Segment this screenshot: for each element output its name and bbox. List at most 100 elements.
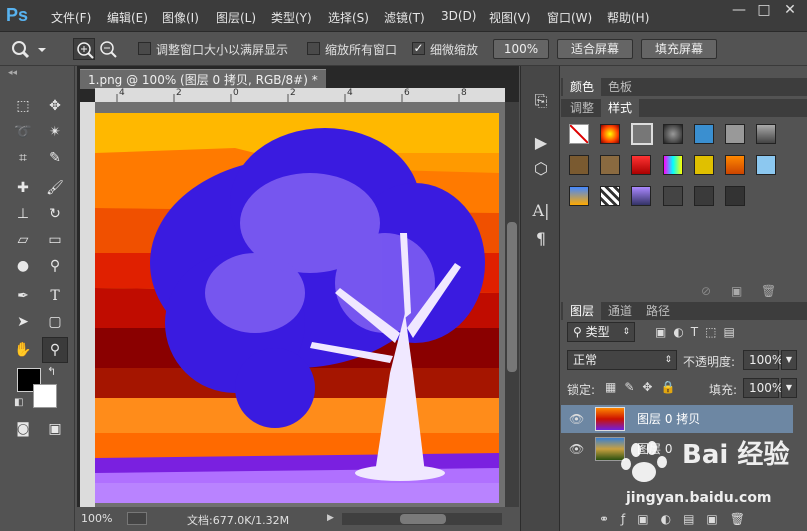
default-colors-icon[interactable]: ◧ bbox=[14, 397, 23, 408]
eraser-tool-icon[interactable]: ▱ bbox=[12, 229, 34, 251]
opacity-input[interactable]: 100% bbox=[743, 350, 783, 370]
actions-panel-icon[interactable]: ▶ bbox=[526, 130, 556, 156]
style-swatch[interactable] bbox=[663, 124, 683, 144]
paragraph-panel-icon[interactable]: ¶ bbox=[526, 226, 556, 252]
close-window-button[interactable]: ✕ bbox=[778, 0, 802, 20]
menu-image[interactable]: 图像(I) bbox=[162, 9, 199, 26]
eye-icon[interactable]: 👁 bbox=[569, 435, 584, 463]
fill-input[interactable]: 100% bbox=[743, 378, 783, 398]
crop-tool-icon[interactable]: ⌗ bbox=[12, 147, 34, 169]
move-tool-icon[interactable]: ✥ bbox=[44, 95, 66, 117]
menu-edit[interactable]: 编辑(E) bbox=[107, 9, 148, 26]
tab-paths[interactable]: 路径 bbox=[639, 302, 677, 320]
gradient-tool-icon[interactable]: ▭ bbox=[44, 229, 66, 251]
menu-view[interactable]: 视图(V) bbox=[489, 9, 531, 26]
quick-mask-icon[interactable]: ◙ bbox=[12, 418, 34, 440]
maximize-button[interactable]: □ bbox=[752, 0, 776, 20]
tab-color[interactable]: 颜色 bbox=[563, 78, 602, 96]
fill-dropdown-icon[interactable]: ▼ bbox=[781, 378, 797, 398]
tab-channels[interactable]: 通道 bbox=[601, 302, 639, 320]
tab-swatches[interactable]: 色板 bbox=[601, 78, 639, 96]
healing-brush-tool-icon[interactable]: ✚ bbox=[12, 177, 34, 199]
style-swatch[interactable] bbox=[694, 155, 714, 175]
zoom-level[interactable]: 100% bbox=[81, 512, 112, 525]
zoom-out-button[interactable] bbox=[97, 38, 119, 60]
style-swatch[interactable] bbox=[600, 124, 620, 144]
status-options-icon[interactable] bbox=[127, 512, 147, 525]
swap-colors-icon[interactable]: ↰ bbox=[47, 365, 56, 378]
menu-layer[interactable]: 图层(L) bbox=[216, 9, 256, 26]
menu-filter[interactable]: 滤镜(T) bbox=[384, 9, 425, 26]
marquee-tool-icon[interactable]: ⬚ bbox=[12, 95, 34, 117]
lasso-tool-icon[interactable]: ➰ bbox=[12, 121, 34, 143]
delete-style-icon[interactable]: 🗑 bbox=[761, 284, 776, 298]
resize-windows-checkbox[interactable] bbox=[138, 42, 151, 55]
style-none-swatch[interactable] bbox=[569, 124, 589, 144]
style-swatch[interactable] bbox=[663, 186, 683, 206]
menu-select[interactable]: 选择(S) bbox=[328, 9, 369, 26]
3d-panel-icon[interactable]: ⬡ bbox=[526, 156, 556, 182]
zoom-tool-icon[interactable]: ⚲ bbox=[42, 337, 68, 363]
collapse-icon[interactable]: ◂◂ bbox=[8, 68, 17, 78]
zoom-all-checkbox[interactable] bbox=[307, 42, 320, 55]
style-swatch[interactable] bbox=[569, 186, 589, 206]
style-swatch[interactable] bbox=[631, 186, 651, 206]
lock-icons[interactable]: ▦✎✥🔒 bbox=[605, 380, 683, 394]
layer-row-selected[interactable]: 👁 图层 0 拷贝 bbox=[561, 405, 793, 433]
zoom-100-button[interactable]: 100% bbox=[493, 39, 549, 59]
fit-screen-button[interactable]: 适合屏幕 bbox=[557, 39, 633, 59]
clear-style-icon[interactable]: ⊘ bbox=[701, 284, 711, 298]
zoom-in-button[interactable] bbox=[73, 38, 95, 60]
style-swatch[interactable] bbox=[600, 155, 620, 175]
tab-layers[interactable]: 图层 bbox=[563, 302, 602, 320]
eyedropper-tool-icon[interactable]: ✎ bbox=[44, 147, 66, 169]
type-tool-icon[interactable]: T bbox=[44, 285, 66, 307]
style-swatch[interactable] bbox=[600, 186, 620, 206]
layer-filter-select[interactable]: ⚲ 类型 ⇕ bbox=[567, 322, 635, 342]
tab-adjustments[interactable]: 调整 bbox=[563, 99, 601, 117]
style-swatch[interactable] bbox=[569, 155, 589, 175]
magic-wand-tool-icon[interactable]: ✴ bbox=[44, 121, 66, 143]
style-swatch[interactable] bbox=[725, 124, 745, 144]
scrubby-zoom-checkbox[interactable]: ✓ bbox=[412, 42, 425, 55]
tab-styles[interactable]: 样式 bbox=[601, 99, 640, 117]
menu-type[interactable]: 类型(Y) bbox=[271, 9, 312, 26]
status-menu-arrow-icon[interactable]: ▶ bbox=[327, 513, 334, 523]
style-swatch[interactable] bbox=[663, 155, 683, 175]
style-swatch[interactable] bbox=[725, 155, 745, 175]
clone-stamp-tool-icon[interactable]: ⊥ bbox=[12, 203, 34, 225]
eye-icon[interactable]: 👁 bbox=[569, 405, 584, 433]
menu-help[interactable]: 帮助(H) bbox=[607, 9, 649, 26]
blur-tool-icon[interactable]: ● bbox=[12, 255, 34, 277]
hand-tool-icon[interactable]: ✋ bbox=[12, 339, 34, 361]
new-style-icon[interactable]: ▣ bbox=[731, 284, 742, 298]
style-swatch[interactable] bbox=[694, 124, 714, 144]
vertical-scrollbar[interactable] bbox=[505, 102, 519, 507]
style-swatch[interactable] bbox=[725, 186, 745, 206]
scrollbar-thumb[interactable] bbox=[507, 222, 517, 372]
background-color-swatch[interactable] bbox=[33, 384, 57, 408]
menu-3d[interactable]: 3D(D) bbox=[441, 9, 476, 23]
document-image[interactable] bbox=[95, 113, 499, 503]
pen-tool-icon[interactable]: ✒ bbox=[12, 285, 34, 307]
style-swatch-selected[interactable] bbox=[631, 123, 653, 145]
menu-window[interactable]: 窗口(W) bbox=[547, 9, 592, 26]
style-swatch[interactable] bbox=[756, 124, 776, 144]
document-tab[interactable]: 1.png @ 100% (图层 0 拷贝, RGB/8#) * × bbox=[80, 69, 326, 107]
style-swatch[interactable] bbox=[631, 155, 651, 175]
rectangle-tool-icon[interactable]: ▢ bbox=[44, 311, 66, 333]
horizontal-scrollbar[interactable] bbox=[342, 513, 502, 525]
path-selection-tool-icon[interactable]: ➤ bbox=[12, 311, 34, 333]
layer-filter-icons[interactable]: ▣◐T⬚▤ bbox=[655, 325, 742, 339]
fill-screen-button[interactable]: 填充屏幕 bbox=[641, 39, 717, 59]
horizontal-scrollbar-thumb[interactable] bbox=[400, 514, 446, 524]
style-swatch[interactable] bbox=[756, 155, 776, 175]
brush-tool-icon[interactable]: 🖌 bbox=[44, 177, 66, 199]
history-brush-tool-icon[interactable]: ↻ bbox=[44, 203, 66, 225]
history-panel-icon[interactable]: ⎘ bbox=[526, 88, 556, 114]
character-panel-icon[interactable]: A| bbox=[526, 198, 556, 224]
menu-file[interactable]: 文件(F) bbox=[51, 9, 91, 26]
style-swatch[interactable] bbox=[694, 186, 714, 206]
dodge-tool-icon[interactable]: ⚲ bbox=[44, 255, 66, 277]
zoom-tool-preset[interactable] bbox=[8, 38, 48, 60]
